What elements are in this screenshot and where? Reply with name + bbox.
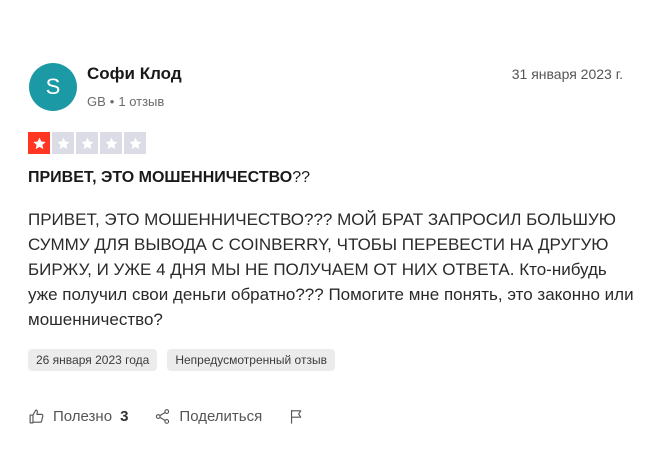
- star-empty-icon: [100, 132, 122, 154]
- share-label: Поделиться: [179, 408, 263, 425]
- author-country: GB: [87, 94, 106, 109]
- meta-separator: •: [109, 94, 115, 109]
- author-name[interactable]: Софи Клод: [87, 64, 182, 84]
- author-reviews-count: 1 отзыв: [118, 94, 165, 109]
- review-actions: Полезно 3 Поделиться: [28, 408, 305, 425]
- unprompted-review-badge[interactable]: Непредусмотренный отзыв: [167, 349, 335, 371]
- experience-date-badge: 26 января 2023 года: [28, 349, 158, 371]
- review-title-rest: ??: [292, 169, 310, 186]
- thumbs-up-icon: [29, 409, 44, 424]
- avatar-letter: S: [45, 74, 61, 99]
- flag-icon: [291, 410, 302, 424]
- share-button[interactable]: Поделиться: [154, 408, 262, 425]
- review-title-bold: ПРИВЕТ, ЭТО МОШЕННИЧЕСТВО: [28, 169, 293, 186]
- review-tags: 26 января 2023 года Непредусмотренный от…: [28, 349, 335, 371]
- share-icon: [156, 409, 170, 424]
- avatar[interactable]: S: [29, 63, 77, 111]
- review-title[interactable]: ПРИВЕТ, ЭТО МОШЕННИЧЕСТВО??: [28, 169, 310, 187]
- author-meta: GB • 1 отзыв: [87, 94, 164, 109]
- star-empty-icon: [52, 132, 74, 154]
- useful-button[interactable]: Полезно 3: [28, 408, 128, 425]
- star-empty-icon: [124, 132, 146, 154]
- review-body: ПРИВЕТ, ЭТО МОШЕННИЧЕСТВО??? МОЙ БРАТ ЗА…: [28, 210, 634, 329]
- star-empty-icon: [76, 132, 98, 154]
- star-rating: [28, 132, 146, 154]
- review-date: 31 января 2023 г.: [511, 66, 623, 82]
- useful-count: 3: [120, 408, 129, 425]
- useful-label: Полезно: [53, 408, 113, 425]
- report-button[interactable]: [288, 408, 305, 425]
- star-filled-icon: [28, 132, 50, 154]
